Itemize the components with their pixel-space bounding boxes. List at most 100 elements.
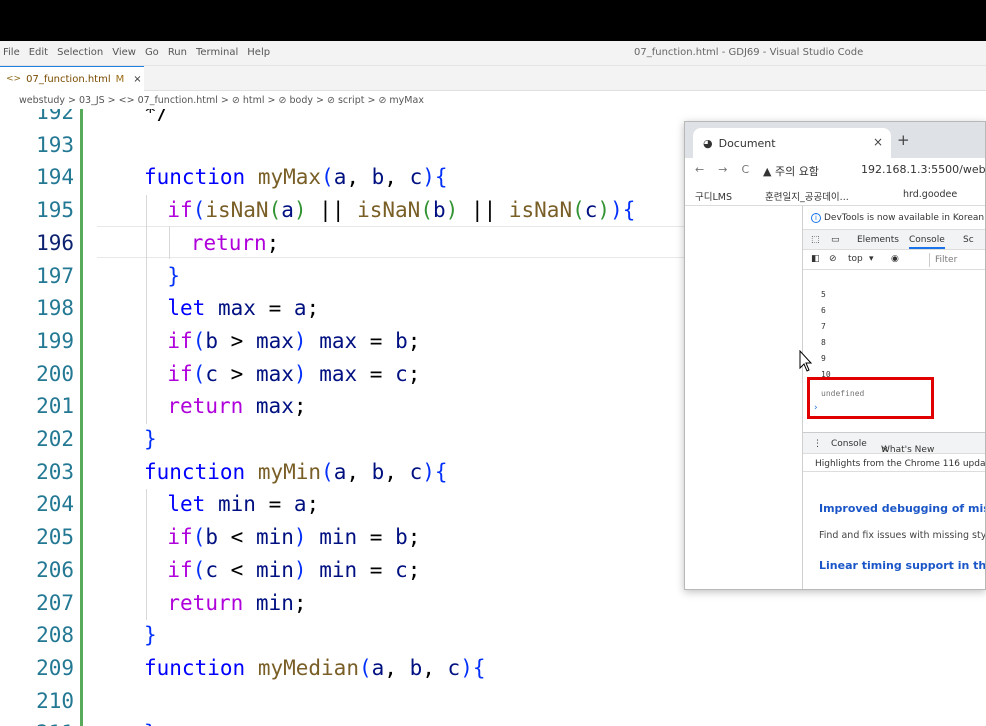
drawer-tab-console[interactable]: Console (831, 439, 867, 449)
line-code: function myMedian(a, b, c){ (144, 655, 486, 680)
eye-icon[interactable]: ◉ (891, 254, 899, 264)
line-code: } (167, 263, 181, 288)
line-number: 193 (36, 132, 74, 157)
line-code: } (144, 427, 157, 451)
browser-tab-strip: ◕ Document × + (685, 122, 985, 158)
reload-icon[interactable]: C (741, 163, 749, 176)
line-code: if(c < min) min = c; (167, 557, 421, 582)
devtools-language-notice: i DevTools is now available in Korean! (803, 206, 985, 230)
top-black-bar (0, 0, 986, 41)
line-number: 208 (36, 623, 74, 648)
console-toolbar: ◧ ⊘ top ▾ ◉ Filter (803, 250, 985, 270)
code-line[interactable]: 207 return min; (0, 587, 986, 620)
menu-terminal[interactable]: Terminal (196, 47, 238, 58)
line-code: return; (190, 230, 280, 255)
line-code: */ (144, 109, 170, 124)
line-code: if(isNaN(a) || isNaN(b) || isNaN(c)){ (167, 198, 636, 223)
console-log-line: 6 (821, 306, 826, 315)
browser-tab-title: Document (718, 136, 776, 150)
line-number: 202 (36, 427, 74, 451)
globe-icon: ◕ (703, 136, 713, 150)
back-icon[interactable]: ← (695, 163, 704, 176)
bookmark-goodee-lms[interactable]: 구디LMS (695, 189, 732, 203)
tab-elements[interactable]: Elements (857, 235, 899, 245)
line-code: return max; (167, 394, 307, 419)
drawer-menu-icon[interactable]: ⋮ (813, 439, 822, 449)
line-code: if(b > max) max = b; (167, 328, 421, 353)
menu-view[interactable]: View (112, 47, 136, 58)
tab-console[interactable]: Console (909, 235, 945, 249)
address-bar: ← → C ▲ 주의 요함 192.168.1.3:5500/webstud (685, 158, 985, 184)
line-number: 201 (36, 394, 74, 419)
line-code: let min = a; (167, 492, 320, 517)
feature-title-debugging[interactable]: Improved debugging of mis (819, 502, 985, 515)
line-number: 205 (36, 525, 74, 550)
clear-console-icon[interactable]: ⊘ (829, 254, 837, 264)
code-line[interactable]: 208} (0, 619, 986, 652)
editor-tab-bar: <> 07_function.html M × (0, 66, 986, 91)
feature-desc-debugging: Find and fix issues with missing sty (819, 530, 986, 541)
code-line[interactable]: 209 function myMedian(a, b, c){ (0, 652, 986, 685)
url-input[interactable]: 192.168.1.3:5500/webstud (861, 163, 985, 176)
code-line[interactable]: 210 (0, 685, 986, 718)
menu-run[interactable]: Run (168, 47, 187, 58)
menu-go[interactable]: Go (145, 47, 159, 58)
line-code: function myMax(a, b, c){ (144, 165, 448, 190)
mouse-cursor-icon (799, 350, 813, 372)
modified-indicator: M (115, 73, 125, 85)
line-code: } (144, 623, 157, 648)
line-code: } (144, 717, 157, 726)
tab-sources[interactable]: Sc (963, 235, 974, 245)
menu-bar: File Edit Selection View Go Run Terminal… (0, 41, 986, 66)
code-line[interactable]: 211} (0, 717, 986, 726)
filter-input[interactable]: Filter (929, 253, 985, 267)
bookmark-training-log[interactable]: 훈련일지_공공데이... (765, 189, 849, 203)
red-highlight-box (807, 377, 934, 419)
sidebar-toggle-icon[interactable]: ◧ (811, 254, 820, 264)
line-number: 197 (36, 263, 74, 288)
line-number: 199 (36, 328, 74, 353)
whats-new-highlights: Highlights from the Chrome 116 update (803, 454, 985, 472)
console-log-line: 7 (821, 322, 826, 331)
device-toolbar-icon[interactable]: ▭ (831, 235, 840, 245)
bookmark-hrd-goodee[interactable]: hrd.goodee (903, 189, 957, 200)
line-code: if(c > max) max = c; (167, 361, 421, 386)
line-number: 209 (36, 655, 74, 680)
inspect-icon[interactable]: ⬚ (811, 235, 820, 245)
console-log-line: 8 (821, 338, 826, 347)
context-select[interactable]: top (848, 254, 863, 264)
line-number: 204 (36, 492, 74, 517)
chevron-down-icon[interactable]: ▾ (869, 254, 874, 264)
line-number: 194 (36, 165, 74, 190)
drawer-tabs: ⋮ Console What's New × (803, 432, 985, 455)
line-number: 207 (36, 590, 74, 615)
line-number: 200 (36, 361, 74, 386)
line-number: 211 (0, 717, 74, 726)
tab-filename: 07_function.html (26, 73, 111, 85)
page-viewport (685, 206, 803, 589)
console-log-line: 5 (821, 290, 826, 299)
new-tab-button[interactable]: + (897, 131, 910, 149)
feature-title-timing[interactable]: Linear timing support in the (819, 559, 985, 572)
editor-tab[interactable]: <> 07_function.html M × (0, 66, 144, 91)
menu-help[interactable]: Help (247, 47, 270, 58)
security-warning[interactable]: ▲ 주의 요함 (763, 163, 819, 179)
forward-icon[interactable]: → (718, 163, 727, 176)
info-icon: i (811, 213, 821, 223)
line-number: 206 (36, 557, 74, 582)
line-code: let max = a; (167, 296, 320, 321)
menu-items: File Edit Selection View Go Run Terminal… (3, 47, 270, 58)
menu-file[interactable]: File (3, 47, 20, 58)
line-code: return min; (167, 590, 307, 615)
browser-window[interactable]: ◕ Document × + ← → C ▲ 주의 요함 192.168.1.3… (684, 121, 986, 590)
menu-edit[interactable]: Edit (29, 47, 48, 58)
menu-selection[interactable]: Selection (57, 47, 103, 58)
line-number: 192 (36, 109, 74, 124)
line-number: 210 (36, 688, 74, 713)
window-title: 07_function.html - GDJ69 - Visual Studio… (634, 47, 864, 58)
breadcrumb[interactable]: webstudy > 03_JS > <> 07_function.html >… (0, 91, 986, 109)
tab-close-icon[interactable]: × (133, 74, 141, 85)
browser-tab-close-icon[interactable]: × (873, 135, 883, 149)
browser-tab[interactable]: ◕ Document × (693, 128, 891, 158)
html-file-icon: <> (6, 74, 22, 84)
